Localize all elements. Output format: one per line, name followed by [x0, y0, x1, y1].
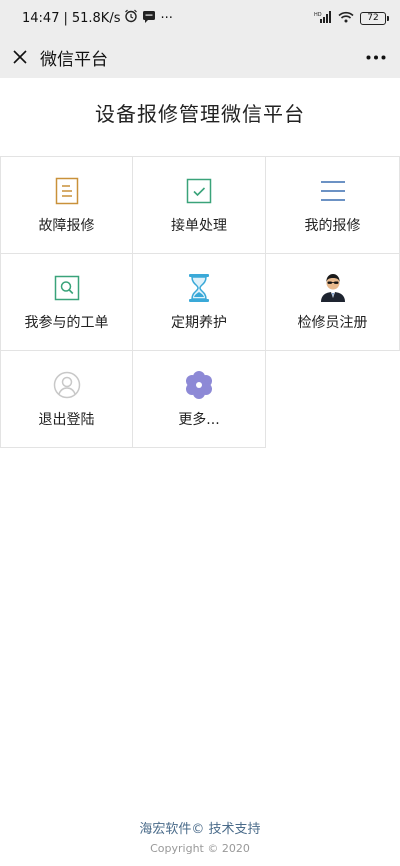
status-net-speed: 51.8K/s — [71, 10, 121, 26]
search-box-icon — [52, 273, 82, 303]
battery-level: 72 — [367, 13, 379, 23]
footer-copyright: Copyright © 2020 — [150, 842, 250, 855]
menu-item-my-reports[interactable]: 我的报修 — [266, 157, 400, 254]
menu-item-logout[interactable]: 退出登陆 — [0, 351, 133, 448]
flower-icon — [184, 370, 214, 400]
status-more: ··· — [160, 10, 173, 26]
status-left: 14:47 | 51.8K/s ··· — [22, 9, 173, 27]
menu-item-label: 我的报修 — [304, 217, 361, 234]
menu-item-label: 退出登陆 — [38, 411, 95, 428]
menu-item-technician-register[interactable]: 检修员注册 — [266, 254, 400, 351]
list-icon — [318, 176, 348, 206]
status-bar: 14:47 | 51.8K/s ··· HD 72 — [0, 0, 400, 36]
menu-item-label: 检修员注册 — [297, 314, 368, 331]
menu-item-my-work-orders[interactable]: 我参与的工单 — [0, 254, 133, 351]
menu-item-fault-report[interactable]: 故障报修 — [0, 157, 133, 254]
checkbox-icon — [184, 176, 214, 206]
user-outline-icon — [52, 370, 82, 400]
menu-item-label: 更多... — [178, 411, 220, 428]
wifi-icon — [338, 11, 354, 26]
status-time: 14:47 — [22, 10, 60, 26]
menu-item-accept-order[interactable]: 接单处理 — [133, 157, 266, 254]
nav-title: 微信平台 — [40, 49, 108, 70]
menu-item-more[interactable]: 更多... — [133, 351, 266, 448]
alarm-icon — [124, 9, 138, 27]
menu-item-label: 接单处理 — [171, 217, 227, 234]
document-icon — [52, 176, 82, 206]
hourglass-icon — [184, 273, 214, 303]
person-avatar-icon — [318, 273, 348, 303]
menu-item-label: 定期养护 — [171, 314, 227, 331]
signal-icon: HD — [314, 10, 332, 26]
menu-item-label: 故障报修 — [38, 217, 95, 234]
menu-item-maintenance[interactable]: 定期养护 — [133, 254, 266, 351]
page-title: 设备报修管理微信平台 — [95, 102, 305, 126]
menu-item-label: 我参与的工单 — [24, 314, 109, 331]
status-separator: | — [63, 10, 68, 26]
status-right: HD 72 — [314, 10, 389, 26]
svg-text:HD: HD — [314, 12, 322, 18]
footer-support: 海宏软件© 技术支持 — [139, 822, 261, 837]
close-button[interactable] — [0, 36, 40, 78]
menu-grid: 故障报修 接单处理 我的报修 我参与的工单 定期养护 检修员注册 退出登陆 更多… — [0, 156, 400, 448]
message-icon — [142, 10, 156, 27]
more-dots-icon — [366, 55, 386, 59]
battery-icon: 72 — [360, 11, 389, 25]
nav-bar: 微信平台 — [0, 36, 400, 78]
close-icon — [13, 50, 27, 64]
more-menu-button[interactable] — [352, 36, 400, 78]
